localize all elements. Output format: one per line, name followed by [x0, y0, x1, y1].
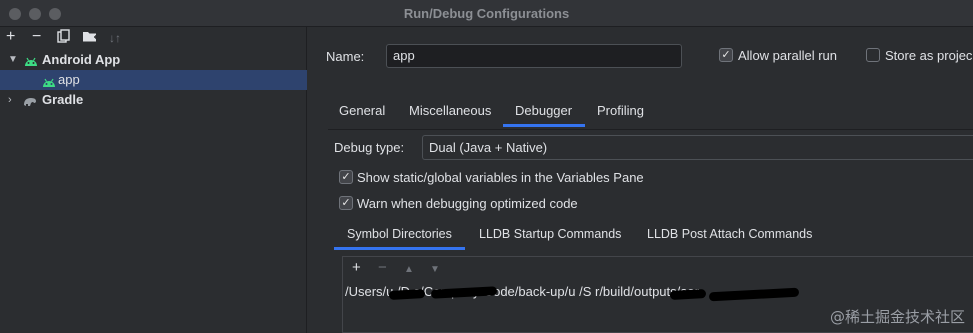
configuration-editor: Name: app ✓ Allow parallel run Store as …	[308, 27, 973, 333]
tree-item-label: Android App	[42, 52, 121, 67]
tab-debugger[interactable]: Debugger	[515, 103, 572, 118]
tree-toolbar: + − ↓↑	[0, 27, 306, 47]
gradle-icon	[22, 93, 38, 113]
store-as-project-file-checkbox[interactable]	[866, 48, 880, 62]
subtab-symbol-directories[interactable]: Symbol Directories	[347, 227, 452, 241]
tab-miscellaneous[interactable]: Miscellaneous	[409, 103, 491, 118]
redaction-mark	[388, 289, 426, 300]
add-configuration-button[interactable]: +	[6, 27, 15, 47]
add-directory-button[interactable]: +	[352, 259, 361, 277]
allow-parallel-run-checkbox[interactable]: ✓	[719, 48, 733, 62]
store-as-project-file-label: Store as projec	[885, 48, 973, 63]
window-title: Run/Debug Configurations	[403, 6, 570, 21]
warn-optimized-code-label: Warn when debugging optimized code	[357, 196, 578, 211]
move-down-icon[interactable]: ▼	[430, 261, 440, 279]
configurations-tree-pane: + − ↓↑ ▼ Android App app › Gradle	[0, 27, 307, 333]
show-static-variables-checkbox[interactable]: ✓	[339, 170, 353, 184]
new-folder-icon[interactable]	[82, 29, 98, 49]
redaction-mark	[669, 289, 707, 300]
name-field[interactable]: app	[386, 44, 682, 68]
remove-directory-button[interactable]: −	[378, 259, 387, 277]
active-subtab-indicator	[334, 247, 465, 250]
watermark: @稀土掘金技术社区	[829, 308, 965, 326]
active-tab-indicator	[503, 124, 585, 127]
tab-general[interactable]: General	[339, 103, 385, 118]
tab-profiling[interactable]: Profiling	[597, 103, 644, 118]
tree-item-app[interactable]: app	[0, 70, 307, 90]
debug-type-select[interactable]: Dual (Java + Native)	[422, 135, 973, 160]
allow-parallel-run-label: Allow parallel run	[738, 48, 837, 63]
tree-item-label: app	[58, 72, 80, 87]
subtab-lldb-startup-commands[interactable]: LLDB Startup Commands	[479, 227, 621, 241]
warn-optimized-code-checkbox[interactable]: ✓	[339, 196, 353, 210]
remove-configuration-button[interactable]: −	[32, 27, 41, 47]
show-static-variables-label: Show static/global variables in the Vari…	[357, 170, 644, 185]
copy-configuration-icon[interactable]	[57, 29, 71, 49]
debug-type-label: Debug type:	[334, 140, 405, 155]
subtab-lldb-post-attach-commands[interactable]: LLDB Post Attach Commands	[647, 227, 812, 241]
redaction-mark	[708, 287, 800, 302]
sort-icon[interactable]: ↓↑	[109, 28, 121, 48]
title-bar: Run/Debug Configurations	[0, 0, 973, 27]
move-up-icon[interactable]: ▲	[404, 261, 414, 279]
tree-item-gradle[interactable]: › Gradle	[0, 90, 307, 110]
tree-item-android-app[interactable]: ▼ Android App	[0, 50, 307, 70]
chevron-right-icon[interactable]: ›	[8, 90, 12, 110]
tree-item-label: Gradle	[42, 92, 84, 107]
chevron-down-icon[interactable]: ▼	[8, 50, 18, 70]
name-label: Name:	[326, 49, 365, 64]
